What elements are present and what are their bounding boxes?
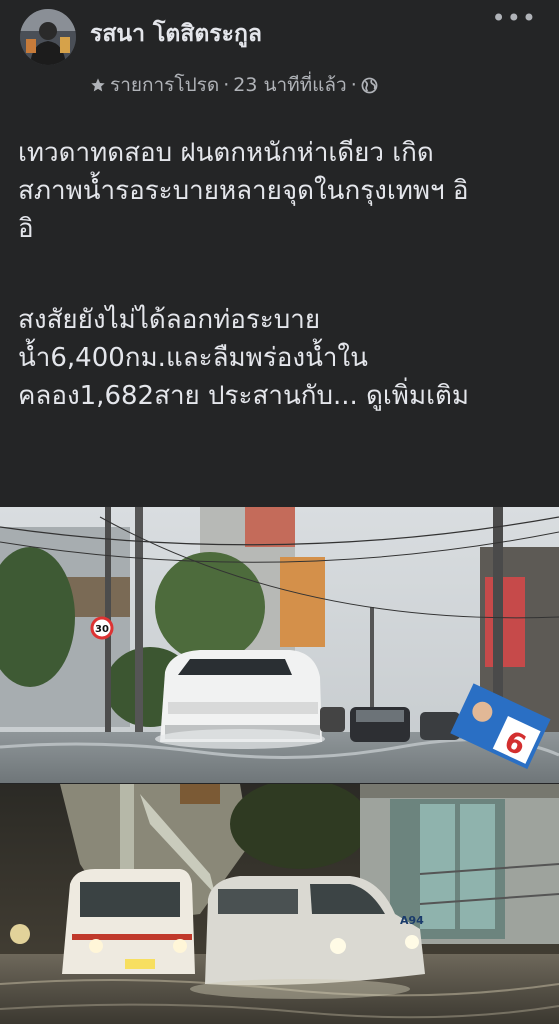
favorites-label[interactable]: รายการโปรด <box>110 70 219 100</box>
post-line: น้ำ6,400กม.และลืมพร่องน้ำใน <box>18 343 368 373</box>
meta-separator: · <box>350 74 357 96</box>
post-line: สภาพน้ำรอระบายหลายจุดในกรุงเทพฯ อิ <box>18 176 469 206</box>
see-more-link[interactable]: ดูเพิ่มเติม <box>366 381 469 411</box>
star-icon <box>90 77 106 93</box>
post-line: สงสัยยังไม่ได้ลอกท่อระบาย <box>18 305 321 335</box>
post-meta: รายการโปรด · 23 นาทีที่แล้ว · <box>90 70 378 100</box>
post-photo-night-flood[interactable]: A94 <box>0 784 559 1024</box>
more-options-icon[interactable]: ••• <box>492 4 537 32</box>
post-line: คลอง1,682สาย ประสานกับ... <box>18 381 358 411</box>
post-time[interactable]: 23 นาทีที่แล้ว <box>233 70 346 100</box>
post-line-last: คลอง1,682สาย ประสานกับ... ดูเพิ่มเติม <box>18 377 548 415</box>
avatar[interactable] <box>20 9 76 65</box>
globe-icon <box>361 77 378 94</box>
meta-separator: · <box>223 74 230 96</box>
post-header: รสนา โตสิตระกูล ••• รายการโปรด · 23 นาที… <box>0 0 559 112</box>
post-line: เทวดาทดสอบ ฝนตกหนักห่าเดียว เกิด <box>18 138 434 168</box>
van-plate-label: A94 <box>400 914 424 927</box>
speed-sign-label: 30 <box>95 624 109 635</box>
post-body: เทวดาทดสอบ ฝนตกหนักห่าเดียว เกิด สภาพน้ำ… <box>18 134 548 415</box>
post-line: อิ <box>18 214 34 244</box>
post-photo-street-flood[interactable]: 30 6 <box>0 507 559 783</box>
author-name[interactable]: รสนา โตสิตระกูล <box>90 16 262 52</box>
